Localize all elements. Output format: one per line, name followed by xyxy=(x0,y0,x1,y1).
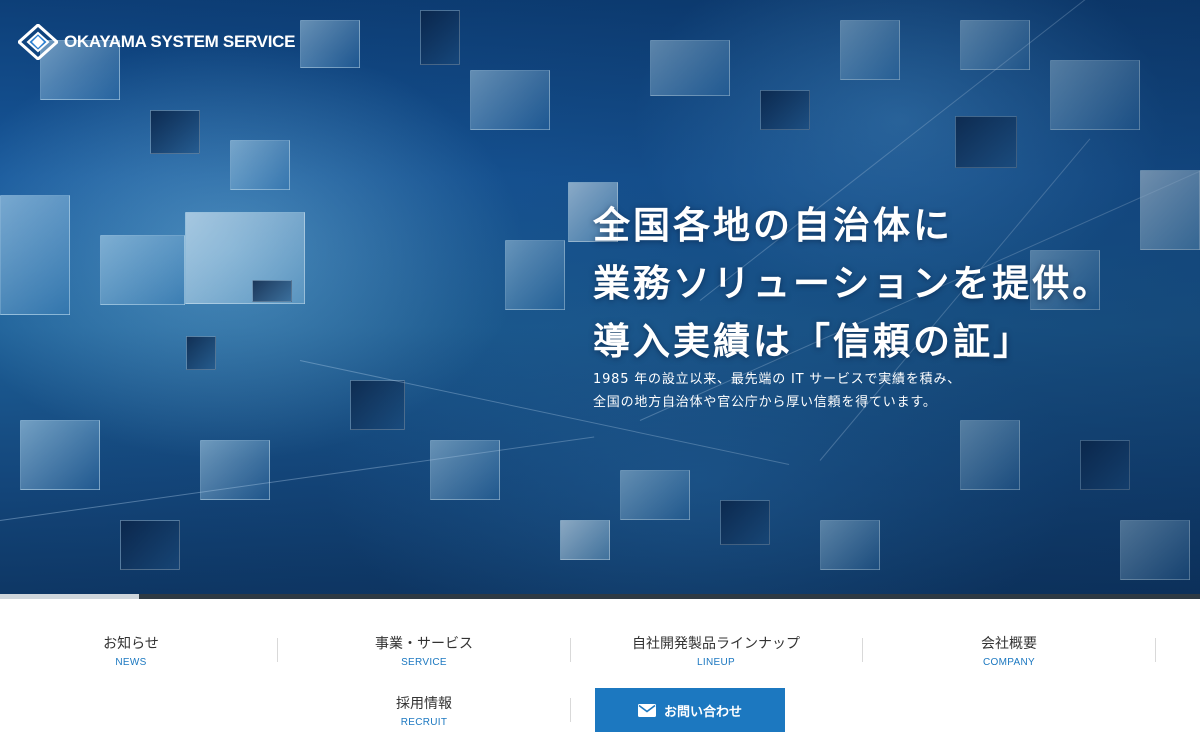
subcopy-line-2: 全国の地方自治体や官公庁から厚い信頼を得ています。 xyxy=(593,395,937,410)
nav-item-news[interactable]: お知らせ NEWS xyxy=(40,632,222,672)
nav-label-en: SERVICE xyxy=(401,657,447,668)
contact-button[interactable]: お問い合わせ xyxy=(595,688,785,732)
headline-line-2: 業務ソリューションを提供。 xyxy=(593,261,1113,305)
slider-progress-fill xyxy=(0,594,140,599)
nav-divider xyxy=(862,638,863,662)
nav-item-recruit[interactable]: 採用情報 RECRUIT xyxy=(333,692,515,732)
nav-label-ja: 事業・サービス xyxy=(375,636,473,652)
headline-line-3: 導入実績は「信頼の証」 xyxy=(593,319,1033,363)
nav-item-lineup[interactable]: 自社開発製品ラインナップ LINEUP xyxy=(606,632,826,672)
nav-item-company[interactable]: 会社概要 COMPANY xyxy=(918,632,1100,672)
nav-divider xyxy=(277,638,278,662)
nav-label-ja: 会社概要 xyxy=(981,636,1037,652)
hero-subcopy: 1985 年の設立以来、最先端の IT サービスで実績を積み、 全国の地方自治体… xyxy=(593,368,1153,414)
subcopy-line-1: 1985 年の設立以来、最先端の IT サービスで実績を積み、 xyxy=(593,372,962,387)
nav-divider xyxy=(570,698,571,722)
contact-button-label: お問い合わせ xyxy=(663,704,742,720)
nav-divider xyxy=(1155,638,1156,662)
logo-mark-icon xyxy=(18,24,58,60)
nav-divider xyxy=(570,638,571,662)
slider-progress-bar xyxy=(0,594,1200,599)
nav-item-service[interactable]: 事業・サービス SERVICE xyxy=(333,632,515,672)
headline-line-1: 全国各地の自治体に xyxy=(593,203,953,247)
hero-banner: OKAYAMA SYSTEM SERVICE 全国各地の自治体に 業務ソリューシ… xyxy=(0,0,1200,594)
nav-label-ja: 自社開発製品ラインナップ xyxy=(632,636,800,652)
nav-label-ja: 採用情報 xyxy=(396,696,452,712)
nav-label-en: LINEUP xyxy=(697,657,735,668)
nav-label-en: RECRUIT xyxy=(400,717,448,728)
nav-label-en: COMPANY xyxy=(983,657,1035,668)
nav-label-ja: お知らせ xyxy=(103,636,159,652)
brand-name: OKAYAMA SYSTEM SERVICE xyxy=(64,32,296,51)
site-logo[interactable]: OKAYAMA SYSTEM SERVICE xyxy=(18,24,295,60)
nav-label-en: NEWS xyxy=(115,657,147,668)
mail-icon xyxy=(637,703,656,717)
hero-headline: 全国各地の自治体に 業務ソリューションを提供。 導入実績は「信頼の証」 xyxy=(593,196,1153,370)
